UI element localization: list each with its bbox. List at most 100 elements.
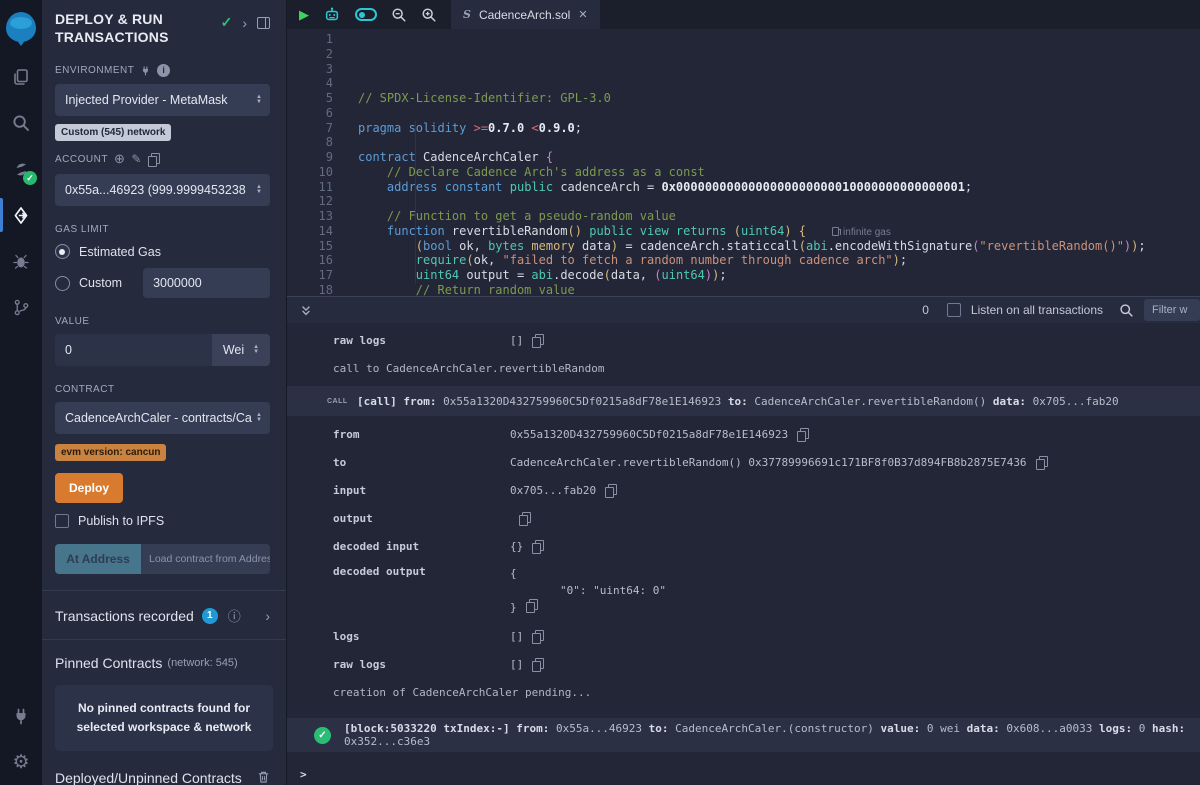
pin-panel-icon[interactable] [257,17,270,29]
deploy-button[interactable]: Deploy [55,473,123,503]
sign-message-icon[interactable]: ✎ [131,152,142,166]
deploy-run-panel: DEPLOY & RUN TRANSACTIONS ✓ › ENVIRONMEN… [42,0,287,785]
copy-icon[interactable] [526,599,537,611]
panel-forward-icon[interactable]: › [242,15,247,31]
terminal-text: hash: [1152,722,1185,735]
code-token: abi [806,239,828,253]
settings-icon[interactable]: ⚙ [0,739,42,785]
value-input[interactable]: 0 [55,334,212,366]
terminal-message: creation of CadenceArchCaler pending... [287,678,1200,706]
publish-ipfs-option[interactable]: Publish to IPFS [55,514,270,528]
remix-logo-icon[interactable] [0,0,42,54]
terminal-prompt[interactable]: > [287,768,1200,781]
search-icon[interactable] [0,100,42,146]
solidity-compiler-icon[interactable]: ✓ [0,146,42,192]
code-token: >= [474,121,488,135]
code-token: ok, [452,239,488,253]
line-number: 10 [287,165,333,180]
add-account-icon[interactable]: ⊕ [114,151,125,167]
terminal-search-icon[interactable] [1119,303,1134,318]
terminal-text: 0 wei [920,722,966,735]
terminal-text: to: [728,395,748,408]
gas-estimate-annotation: infinite gas [832,227,891,238]
git-icon[interactable] [0,284,42,330]
copy-icon[interactable] [532,658,543,670]
code-token: bytes [488,239,524,253]
tab-cadencearch-sol[interactable]: S CadenceArch.sol ✕ [451,0,600,29]
terminal-toolbar: 0 Listen on all transactions [287,296,1200,323]
copy-icon[interactable] [532,540,543,552]
deploy-and-run-icon[interactable] [0,192,42,238]
listen-checkbox[interactable] [947,303,961,317]
copy-icon[interactable] [532,334,543,346]
code-token: bool [423,239,452,253]
transactions-recorded-row[interactable]: Transactions recorded 1 ⓘ › [42,591,286,639]
code-token: constant [445,180,503,194]
tab-close-icon[interactable]: ✕ [578,8,587,21]
pinned-contracts-header: Pinned Contracts (network: 545) [42,640,286,673]
code-line: require(ok, "failed to fetch a random nu… [358,253,1200,268]
code-token [358,268,416,282]
code-line: // SPDX-License-Identifier: GPL-3.0 [358,91,1200,106]
code-token [358,180,387,194]
copy-icon[interactable] [519,512,530,524]
copilot-toggle-icon[interactable] [355,8,377,21]
code-token: .decode [553,268,604,282]
terminal-kv-row: raw logs[] [287,650,1200,678]
code-token: ) [784,224,791,238]
terminal-value: 0x55a1320D432759960C5Df0215a8dF78e1E1469… [510,428,808,441]
code-token: contract [358,150,416,164]
terminal-key: to [333,456,510,469]
file-explorer-icon[interactable] [0,54,42,100]
environment-info-icon[interactable]: i [157,64,170,77]
zoom-out-icon[interactable] [391,7,407,23]
radio-unselected-icon[interactable] [55,276,70,291]
terminal-text: CadenceArchCaler.(constructor) [669,722,881,735]
terminal-collapse-icon[interactable] [300,304,312,317]
value-unit-select[interactable]: Wei ▲▼ [212,334,270,366]
terminal-block-row[interactable]: ✓[block:5033220 txIndex:-] from: 0x55a..… [287,718,1200,752]
contract-select[interactable]: CadenceArchCaler - contracts/Cac ▲▼ [55,402,270,434]
block-line: "0": "uint64: 0" [510,582,666,599]
ai-assistant-icon[interactable] [323,7,341,23]
copy-icon[interactable] [605,484,616,496]
terminal-filter-input[interactable] [1144,299,1200,321]
code-content[interactable]: // SPDX-License-Identifier: GPL-3.0pragm… [349,29,1200,296]
environment-select[interactable]: Injected Provider - MetaMask ▲▼ [55,84,270,116]
at-address-input[interactable]: Load contract from Addres [141,544,270,574]
fuel-icon [832,227,839,236]
at-address-button[interactable]: At Address [55,544,141,574]
plug-mini-icon[interactable] [140,65,151,76]
code-token: ; [719,268,726,282]
custom-gas-input[interactable]: 3000000 [143,268,270,298]
stepper-icon: ▲▼ [256,185,262,195]
indent-guide [415,121,416,284]
account-select[interactable]: 0x55a...46923 (999.9999453238 ▲▼ [55,174,270,206]
code-editor[interactable]: 123456789101112131415161718 // SPDX-Lice… [287,29,1200,296]
code-token: ( [799,239,806,253]
checkbox-icon[interactable] [55,514,69,528]
code-token [437,180,444,194]
run-script-icon[interactable]: ▶ [299,7,309,23]
code-token: revertibleRandom [445,224,568,238]
terminal-kv-row: input0x705...fab20 [287,476,1200,504]
zoom-in-icon[interactable] [421,7,437,23]
line-number: 15 [287,239,333,254]
line-number: 12 [287,194,333,209]
copy-account-icon[interactable] [148,153,159,165]
code-token: public [510,180,553,194]
remix-logo-shape [6,12,36,42]
plugin-manager-icon[interactable] [0,693,42,739]
code-token: ( [604,268,611,282]
transactions-info-icon[interactable]: ⓘ [228,606,241,625]
radio-selected-icon[interactable] [55,244,70,259]
clear-deployed-icon[interactable] [257,770,270,785]
debugger-icon[interactable] [0,238,42,284]
estimated-gas-option[interactable]: Estimated Gas [55,244,270,259]
copy-icon[interactable] [532,630,543,642]
copy-icon[interactable] [797,428,808,440]
custom-gas-option[interactable]: Custom 3000000 [55,268,270,298]
copy-icon[interactable] [1036,456,1047,468]
terminal-call-row[interactable]: CALL[call] from: 0x55a1320D432759960C5Df… [287,386,1200,416]
transactions-expand-icon[interactable]: › [265,608,270,624]
